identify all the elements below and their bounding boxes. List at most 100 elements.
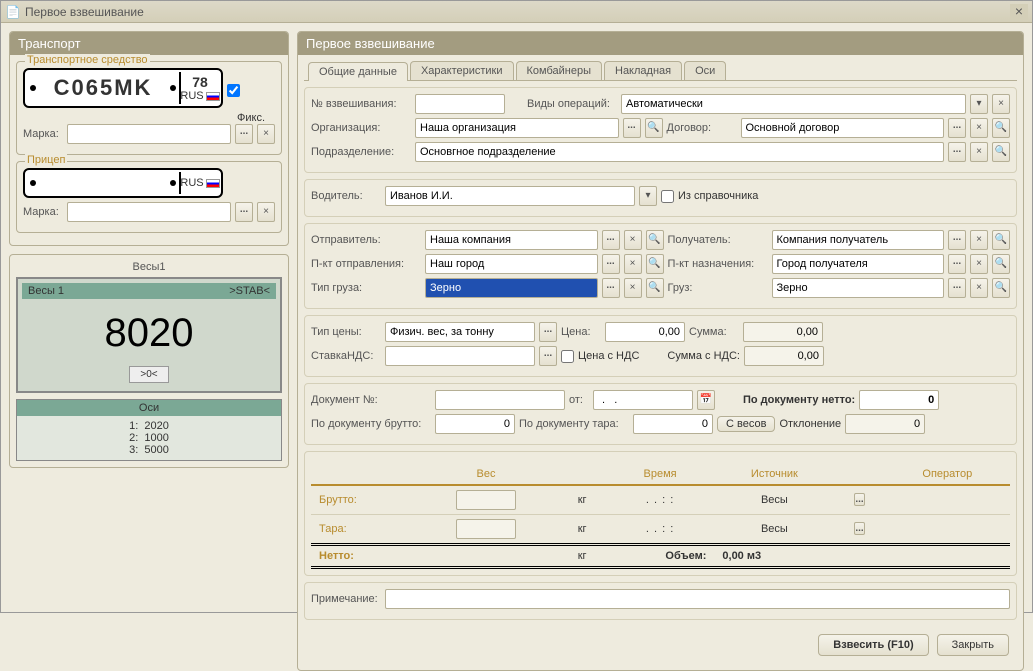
clear-icon[interactable]: × (624, 230, 642, 250)
vehicle-fixed-checkbox[interactable] (227, 84, 240, 97)
axles-list: 1: 2020 2: 1000 3: 5000 (17, 416, 281, 460)
deviation-value (845, 414, 925, 434)
price-label: Цена: (561, 326, 601, 338)
ellipsis-icon[interactable]: ... (948, 254, 966, 274)
transport-panel-title: Транспорт (10, 32, 288, 55)
search-icon[interactable]: 🔍 (992, 142, 1010, 162)
cargo-input[interactable] (772, 278, 945, 298)
op-type-select[interactable] (621, 94, 966, 114)
doc-date-input[interactable] (593, 390, 693, 410)
dep-point-input[interactable] (425, 254, 598, 274)
trailer-plate[interactable]: RUS (23, 168, 223, 198)
chevron-down-icon[interactable]: ▾ (639, 186, 657, 206)
tab-combiners[interactable]: Комбайнеры (516, 61, 603, 80)
clear-icon[interactable]: × (257, 124, 275, 144)
dest-point-input[interactable] (772, 254, 945, 274)
clear-icon[interactable]: × (257, 202, 275, 222)
price-with-vat-checkbox[interactable] (561, 350, 574, 363)
ellipsis-icon[interactable]: ... (235, 202, 253, 222)
volume-value: 0,00 м3 (714, 545, 1010, 568)
price-input[interactable] (605, 322, 685, 342)
deviation-label: Отклонение (779, 418, 841, 430)
contract-label: Договор: (667, 122, 737, 134)
clear-icon[interactable]: × (970, 142, 988, 162)
volume-label: Объем: (606, 545, 715, 568)
ellipsis-icon[interactable]: ... (854, 522, 864, 535)
row-gross-label: Брутто: (311, 485, 414, 515)
close-button[interactable]: Закрыть (937, 634, 1009, 656)
chevron-down-icon[interactable]: ▾ (970, 94, 988, 114)
weigh-no-input[interactable] (415, 94, 505, 114)
vehicle-brand-label: Марка: (23, 128, 63, 140)
ellipsis-icon[interactable]: ... (602, 278, 620, 298)
search-icon[interactable]: 🔍 (646, 278, 664, 298)
receiver-input[interactable] (772, 230, 945, 250)
ellipsis-icon[interactable]: ... (854, 493, 864, 506)
trailer-brand-input[interactable] (67, 202, 231, 222)
trailer-fieldset-title: Прицеп (25, 154, 67, 166)
vat-rate-input[interactable] (385, 346, 535, 366)
ellipsis-icon[interactable]: ... (623, 118, 641, 138)
tab-axles[interactable]: Оси (684, 61, 726, 80)
clear-icon[interactable]: × (970, 278, 988, 298)
scale-zero-button[interactable]: >0< (129, 366, 168, 383)
tab-general[interactable]: Общие данные (308, 62, 408, 81)
ellipsis-icon[interactable]: ... (948, 278, 966, 298)
clear-icon[interactable]: × (624, 254, 642, 274)
clear-icon[interactable]: × (970, 230, 988, 250)
col-source: Источник (714, 464, 834, 485)
clear-icon[interactable]: × (970, 118, 988, 138)
from-scale-button[interactable]: С весов (717, 416, 775, 432)
note-input[interactable] (385, 589, 1010, 609)
search-icon[interactable]: 🔍 (646, 230, 664, 250)
division-input[interactable] (415, 142, 944, 162)
clear-icon[interactable]: × (624, 278, 642, 298)
ellipsis-icon[interactable]: ... (948, 118, 966, 138)
driver-input[interactable] (385, 186, 635, 206)
driver-label: Водитель: (311, 190, 381, 202)
flag-icon (206, 179, 220, 188)
ellipsis-icon[interactable]: ... (948, 142, 966, 162)
contract-input[interactable] (741, 118, 945, 138)
ellipsis-icon[interactable]: ... (948, 230, 966, 250)
from-dict-checkbox[interactable] (661, 190, 674, 203)
sender-input[interactable] (425, 230, 598, 250)
doc-tare-label: По документу тара: (519, 418, 629, 430)
dest-point-label: П-кт назначения: (668, 258, 768, 270)
clear-icon[interactable]: × (970, 254, 988, 274)
vehicle-brand-input[interactable] (67, 124, 231, 144)
search-icon[interactable]: 🔍 (992, 118, 1010, 138)
doc-no-input[interactable] (435, 390, 565, 410)
tab-characteristics[interactable]: Характеристики (410, 61, 514, 80)
org-input[interactable] (415, 118, 619, 138)
search-icon[interactable]: 🔍 (992, 278, 1010, 298)
calendar-icon[interactable]: 📅 (697, 390, 715, 410)
doc-gross-input[interactable] (435, 414, 515, 434)
ellipsis-icon[interactable]: ... (602, 254, 620, 274)
ellipsis-icon[interactable]: ... (539, 322, 557, 342)
vehicle-plate[interactable]: C065MK 78 RUS (23, 68, 223, 108)
search-icon[interactable]: 🔍 (992, 230, 1010, 250)
tabs: Общие данные Характеристики Комбайнеры Н… (304, 61, 1017, 81)
close-icon[interactable]: × (1010, 4, 1028, 20)
ellipsis-icon[interactable]: ... (539, 346, 557, 366)
doc-tare-input[interactable] (633, 414, 713, 434)
clear-icon[interactable]: × (992, 94, 1010, 114)
price-with-vat-label: Цена с НДС (578, 350, 639, 362)
search-icon[interactable]: 🔍 (992, 254, 1010, 274)
axles-title: Оси (17, 400, 281, 416)
titlebar: 📄 Первое взвешивание × (1, 1, 1032, 23)
ellipsis-icon[interactable]: ... (235, 124, 253, 144)
dep-point-label: П-кт отправления: (311, 258, 421, 270)
cargo-type-input[interactable] (425, 278, 598, 298)
ellipsis-icon[interactable]: ... (602, 230, 620, 250)
weigh-button[interactable]: Взвесить (F10) (818, 634, 928, 656)
price-type-input[interactable] (385, 322, 535, 342)
tab-waybill[interactable]: Накладная (604, 61, 682, 80)
scale-caption: Весы1 (16, 261, 282, 273)
doc-net-input[interactable] (859, 390, 939, 410)
search-icon[interactable]: 🔍 (646, 254, 664, 274)
window-icon: 📄 (5, 4, 21, 20)
col-time: Время (606, 464, 715, 485)
search-icon[interactable]: 🔍 (645, 118, 663, 138)
